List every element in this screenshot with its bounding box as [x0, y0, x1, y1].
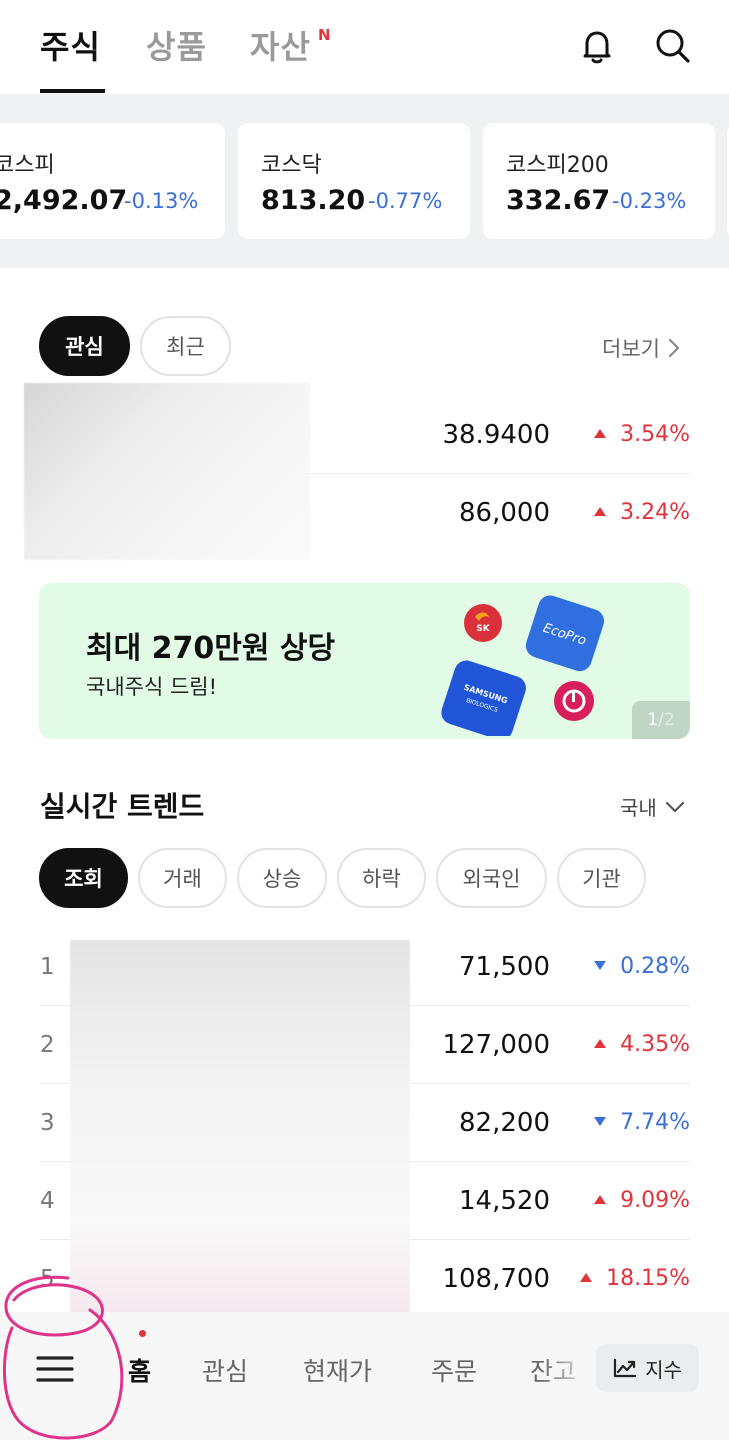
- filter-rise[interactable]: 상승: [237, 848, 327, 908]
- index-card-kospi200[interactable]: 코스피200 332.67 -0.23%: [483, 123, 715, 239]
- row-rank: 2: [40, 1032, 55, 1058]
- market-index-strip[interactable]: 코스피 2,492.07 -0.13% 코스닥 813.20 -0.77% 코스…: [0, 94, 729, 268]
- nav-watchlist[interactable]: 관심: [202, 1352, 248, 1388]
- active-tab-underline: [40, 89, 105, 93]
- banner-page-indicator: 1/2: [632, 701, 690, 739]
- tab-assets[interactable]: 자산: [250, 22, 311, 68]
- filter-institution[interactable]: 기관: [557, 848, 646, 908]
- redacted-stock-names: [24, 383, 310, 560]
- search-icon[interactable]: [651, 24, 695, 68]
- row-rank: 3: [40, 1110, 55, 1136]
- bell-icon[interactable]: [575, 24, 619, 68]
- index-card-kosdaq[interactable]: 코스닥 813.20 -0.77%: [238, 123, 470, 239]
- filter-views[interactable]: 조회: [39, 848, 128, 908]
- row-price: 86,000: [459, 498, 550, 528]
- banner-title: 최대 270만원 상당: [86, 631, 336, 666]
- index-change: -0.13%: [124, 189, 199, 213]
- index-value: 2,492.07: [0, 185, 128, 216]
- new-badge: N: [318, 26, 331, 44]
- index-change: -0.77%: [368, 189, 443, 213]
- triangle-down-icon: [594, 960, 607, 970]
- row-change: 9.09%: [594, 1162, 690, 1240]
- index-button[interactable]: 지수: [596, 1344, 699, 1392]
- index-change: -0.23%: [612, 189, 687, 213]
- row-price: 38.9400: [442, 420, 550, 450]
- filter-fall[interactable]: 하락: [337, 848, 426, 908]
- row-rank: 5: [40, 1266, 55, 1292]
- nav-order[interactable]: 주문: [431, 1352, 477, 1388]
- nav-current-price[interactable]: 현재가: [303, 1352, 372, 1388]
- row-price: 127,000: [442, 1030, 550, 1060]
- svg-text:SK: SK: [476, 624, 490, 634]
- triangle-up-icon: [594, 428, 607, 438]
- row-change: 3.24%: [594, 474, 690, 552]
- tab-watchlist[interactable]: 관심: [39, 316, 130, 376]
- more-label: 더보기: [602, 337, 660, 361]
- redacted-stock-names: [70, 940, 410, 1316]
- tab-recent[interactable]: 최근: [140, 316, 231, 376]
- row-price: 14,520: [459, 1186, 550, 1216]
- triangle-up-icon: [594, 506, 607, 516]
- row-change: 0.28%: [594, 928, 690, 1006]
- menu-icon[interactable]: [36, 1354, 74, 1384]
- top-bar: 주식 상품 자산 N: [0, 0, 729, 94]
- nav-fade: [540, 1312, 596, 1440]
- banner-subtitle: 국내주식 드림!: [86, 675, 218, 699]
- promo-banner[interactable]: 최대 270만원 상당 국내주식 드림! SK EcoPro SAMSUNG B…: [39, 583, 690, 739]
- index-button-label: 지수: [645, 1357, 682, 1382]
- chevron-down-icon: [665, 801, 684, 812]
- notification-dot: [139, 1330, 146, 1337]
- row-price: 108,700: [442, 1264, 550, 1294]
- index-card-kospi[interactable]: 코스피 2,492.07 -0.13%: [0, 123, 225, 239]
- region-select[interactable]: 국내: [620, 792, 685, 821]
- row-change: 18.15%: [580, 1240, 690, 1318]
- row-change: 7.74%: [594, 1084, 690, 1162]
- row-change: 4.35%: [594, 1006, 690, 1084]
- filter-foreign[interactable]: 외국인: [436, 848, 547, 908]
- triangle-down-icon: [594, 1116, 607, 1126]
- tab-stocks[interactable]: 주식: [40, 22, 101, 68]
- index-name: 코스닥: [261, 153, 322, 178]
- chart-trend-icon: [613, 1358, 637, 1378]
- triangle-up-icon: [580, 1272, 593, 1282]
- tab-products[interactable]: 상품: [146, 22, 207, 68]
- more-link[interactable]: 더보기: [602, 333, 680, 363]
- stock-logos-illustration: SK EcoPro SAMSUNG BIOLOGICS: [441, 595, 605, 736]
- row-rank: 4: [40, 1188, 55, 1214]
- index-value: 813.20: [261, 185, 366, 216]
- index-value: 332.67: [506, 185, 611, 216]
- index-name: 코스피: [0, 153, 55, 178]
- index-name: 코스피200: [506, 153, 609, 178]
- bottom-nav: 홈 관심 현재가 주문 잔고 지수: [0, 1312, 729, 1440]
- filter-volume[interactable]: 거래: [138, 848, 227, 908]
- row-price: 71,500: [459, 952, 550, 982]
- chevron-right-icon: [668, 338, 680, 358]
- trend-section-title: 실시간 트렌드: [40, 790, 205, 823]
- row-price: 82,200: [459, 1108, 550, 1138]
- triangle-up-icon: [594, 1194, 607, 1204]
- row-change: 3.54%: [594, 396, 690, 474]
- nav-home[interactable]: 홈: [128, 1352, 151, 1388]
- region-label: 국내: [620, 796, 657, 820]
- row-rank: 1: [40, 954, 55, 980]
- triangle-up-icon: [594, 1038, 607, 1048]
